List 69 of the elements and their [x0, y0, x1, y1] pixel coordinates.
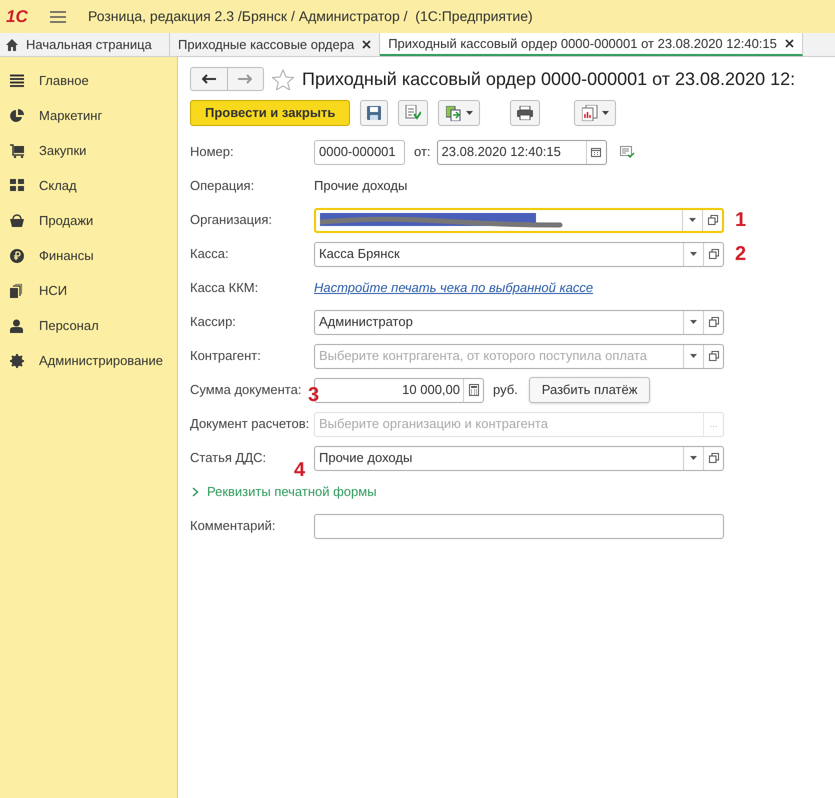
sidebar-item[interactable]: Маркетинг: [39, 106, 102, 126]
home-icon: [6, 38, 18, 50]
grid-icon: [10, 179, 24, 192]
comment-field[interactable]: [314, 514, 724, 538]
field-label: Касса ККМ:: [190, 279, 260, 298]
cart-icon: [10, 144, 24, 158]
close-icon[interactable]: [362, 40, 372, 49]
field-label: Кассир:: [190, 313, 237, 332]
currency-label: руб.: [493, 381, 518, 400]
field-label: Документ расчетов:: [190, 415, 310, 434]
list-icon: [10, 74, 24, 87]
sidebar-item[interactable]: Администрирование: [39, 350, 163, 370]
caret-icon: [466, 111, 473, 115]
date-field[interactable]: 23.08.2020 12:40:15: [436, 140, 607, 164]
report-icon: [582, 105, 598, 121]
documents-arrow-icon: [446, 106, 462, 120]
number-field[interactable]: 0000-000001: [314, 140, 405, 164]
app-logo: 1С: [6, 6, 29, 28]
select-field[interactable]: [314, 208, 724, 232]
document-title: Приходный кассовый ордер 0000-000001 от 23.08.2020 12:: [302, 68, 796, 91]
caret-icon: [602, 111, 609, 115]
sidebar-item[interactable]: Продажи: [39, 210, 94, 230]
star-icon[interactable]: [272, 68, 294, 90]
field-label: от:: [414, 143, 431, 162]
sidebar-item[interactable]: Финансы: [39, 246, 94, 266]
select-field[interactable]: Администратор: [314, 310, 724, 334]
field-label: Номер:: [190, 143, 235, 162]
post-and-close-button[interactable]: Провести и закрыть: [190, 100, 350, 126]
tab[interactable]: Приходный кассовый ордер 0000-000001 от 23.08.2020 12:40:15: [380, 33, 803, 56]
select-field[interactable]: Прочие доходы: [314, 446, 724, 470]
field-label: Сумма документа:: [190, 381, 302, 400]
field-label: Организация:: [190, 211, 274, 230]
sidebar-item[interactable]: Закупки: [39, 140, 86, 160]
pie-chart-icon: [10, 108, 24, 122]
menu-icon[interactable]: [50, 10, 66, 24]
field-label: Статья ДДС:: [190, 449, 268, 468]
sidebar-item[interactable]: НСИ: [39, 280, 68, 300]
field-label: Операция:: [190, 177, 256, 196]
tab[interactable]: Начальная страница: [0, 33, 170, 56]
annotation-number: 2: [735, 244, 746, 264]
sidebar-item[interactable]: Персонал: [39, 316, 99, 336]
post-document-button[interactable]: [398, 100, 428, 126]
window-title: Розница, редакция 2.3 /Брянск / Администратор / (1С:Предприятие): [88, 7, 533, 26]
person-icon: [10, 318, 24, 332]
field-value: Прочие доходы: [314, 177, 408, 196]
annotation-number: 1: [735, 210, 746, 230]
print-button[interactable]: [510, 100, 540, 126]
annotation-number: 4: [294, 460, 306, 480]
chevron-icon: [192, 487, 199, 497]
document-check-icon: [620, 146, 635, 158]
documents-icon: [10, 284, 24, 298]
receipt-print-link[interactable]: Настройте печать чека по выбранной кассе: [314, 278, 594, 298]
select-field[interactable]: Касса Брянск: [314, 242, 724, 266]
field-label: Касса:: [190, 245, 230, 264]
ruble-icon: [10, 248, 24, 262]
basket-icon: [10, 214, 24, 227]
print-form-details-expander[interactable]: Реквизиты печатной формы: [190, 480, 377, 504]
settings-icon: [10, 354, 24, 368]
sidebar-item[interactable]: Главное: [39, 70, 89, 90]
reports-button[interactable]: [574, 100, 616, 126]
field-label: Комментарий:: [190, 517, 276, 536]
save-button[interactable]: [360, 100, 388, 126]
close-icon[interactable]: [784, 39, 794, 48]
create-based-on-button[interactable]: [438, 100, 480, 126]
printer-icon: [517, 106, 534, 120]
sidebar-item[interactable]: Склад: [39, 176, 77, 196]
document-check-icon: [405, 105, 422, 121]
split-payment-button[interactable]: Разбить платёж: [528, 377, 650, 403]
field-label: Контрагент:: [190, 347, 262, 366]
